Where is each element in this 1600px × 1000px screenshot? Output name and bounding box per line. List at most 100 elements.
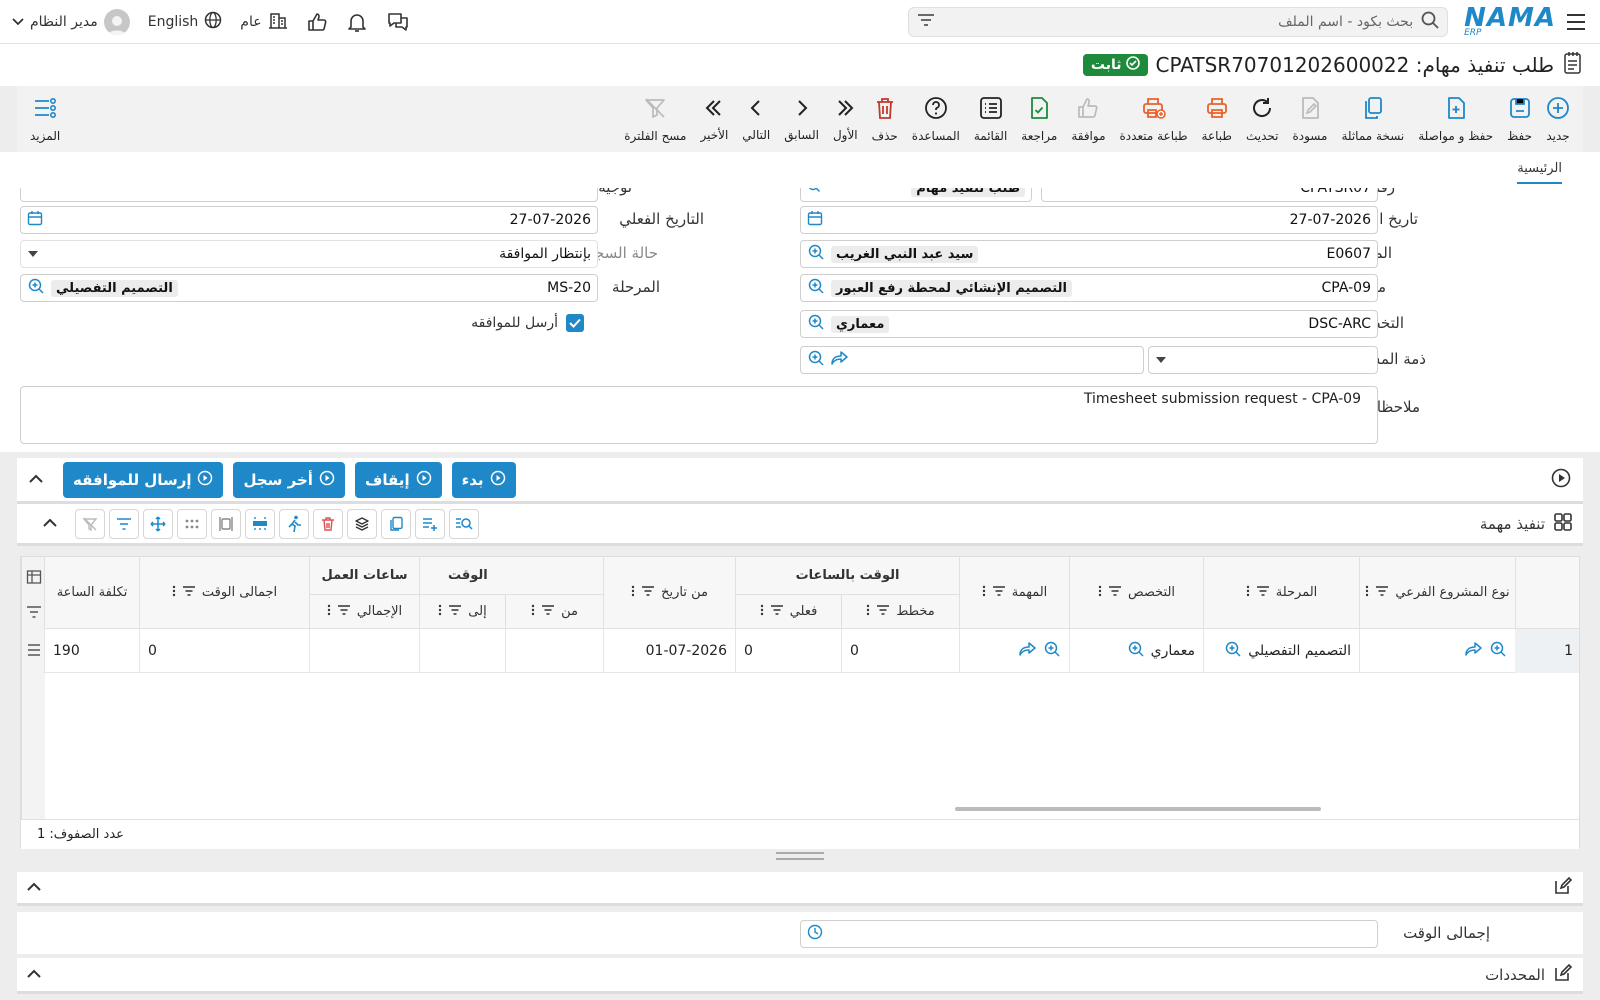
first-record-button[interactable]: الأول	[826, 97, 865, 142]
cell-actual[interactable]: 0	[735, 629, 841, 673]
menu-icon[interactable]	[1564, 10, 1588, 34]
doc-direction-field[interactable]	[20, 188, 598, 202]
cell-hour-cost[interactable]: 190	[44, 629, 139, 673]
search-plus-icon[interactable]	[1043, 640, 1061, 662]
stop-button[interactable]: إيقاف	[354, 461, 442, 498]
user-menu[interactable]: مدير النظام	[12, 8, 130, 35]
search-plus-icon[interactable]	[1224, 640, 1242, 662]
actual-date-field[interactable]: 27-07-2026	[20, 206, 598, 234]
calendar-icon[interactable]	[807, 210, 823, 230]
search-list-icon[interactable]	[449, 508, 479, 539]
header-planned[interactable]: مخطط	[841, 595, 959, 629]
add-row-icon[interactable]	[415, 508, 445, 539]
column-filter-icon[interactable]	[1256, 585, 1270, 601]
filter-icon[interactable]	[26, 605, 42, 623]
tab-main[interactable]: الرئيسية	[1517, 157, 1562, 184]
notes-textarea[interactable]: Timesheet submission request - CPA-09	[20, 386, 1378, 444]
search-plus-icon[interactable]	[1489, 640, 1507, 662]
header-specialty[interactable]: التخصص	[1069, 557, 1203, 629]
search-plus-icon[interactable]	[807, 277, 825, 299]
total-time-field[interactable]	[800, 920, 1378, 948]
cell-specialty[interactable]: معماري	[1069, 629, 1203, 673]
doc-number-field[interactable]: CPATSR07	[1041, 188, 1378, 202]
column-menu-icon[interactable]	[438, 604, 442, 620]
table-row-number[interactable]: 1	[1515, 629, 1579, 673]
column-filter-icon[interactable]	[770, 604, 784, 620]
resize-handle[interactable]	[776, 852, 824, 860]
search-plus-icon[interactable]	[807, 243, 825, 265]
start-button[interactable]: بدء	[451, 461, 516, 498]
review-button[interactable]: مراجعة	[1014, 96, 1064, 143]
cell-stage[interactable]: التصميم التفصيلي	[1203, 629, 1359, 673]
doc-liability-type-select[interactable]	[1148, 346, 1378, 374]
specialty-field[interactable]: DSC-ARC معماري	[800, 310, 1378, 338]
record-status-select[interactable]: بإنتظار الموافقة	[20, 240, 598, 268]
search-plus-icon[interactable]	[1127, 640, 1145, 662]
notifications-bell-icon[interactable]	[346, 11, 368, 33]
refresh-button[interactable]: تحديث	[1239, 96, 1286, 143]
employee-field[interactable]: E0607 سيد عبد النبي الغريب	[800, 240, 1378, 268]
language-selector[interactable]: English	[148, 11, 223, 33]
more-button[interactable]: المزيد	[23, 96, 67, 143]
draft-button[interactable]: مسودة	[1285, 96, 1334, 143]
header-from[interactable]: من	[505, 595, 603, 629]
delete-button[interactable]: حذف	[865, 96, 905, 143]
cell-from-date[interactable]: 01-07-2026	[603, 629, 735, 673]
edit-date-field[interactable]: 27-07-2026	[800, 206, 1378, 234]
column-menu-icon[interactable]	[1246, 585, 1250, 601]
search-filter-icon[interactable]	[917, 13, 935, 31]
app-logo[interactable]: NAMA ERP	[1464, 5, 1556, 38]
previous-record-button[interactable]: السابق	[777, 97, 826, 142]
column-filter-icon[interactable]	[876, 604, 890, 620]
header-task[interactable]: المهمة	[959, 557, 1069, 629]
dots-icon[interactable]	[177, 508, 207, 539]
approve-button[interactable]: موافقة	[1064, 96, 1112, 143]
last-record-action-button[interactable]: أخر سجل	[233, 461, 345, 498]
project-field[interactable]: CPA-09 التصميم الإنشائي لمحطة رفع العبور	[800, 274, 1378, 302]
column-filter-icon[interactable]	[1108, 585, 1122, 601]
send-for-approval-button[interactable]: إرسال للموافقه	[63, 461, 224, 498]
help-button[interactable]: المساعدة	[905, 96, 967, 143]
column-menu-icon[interactable]	[866, 604, 870, 620]
cell-total-time[interactable]: 0	[139, 629, 309, 673]
stage-field[interactable]: MS-20 التصميم التفصيلي	[20, 274, 598, 302]
send-approval-checkbox[interactable]	[566, 314, 584, 332]
column-menu-icon[interactable]	[760, 604, 764, 620]
layers-icon[interactable]	[347, 508, 377, 539]
collapse-chevron-icon[interactable]	[27, 967, 41, 983]
cell-planned[interactable]: 0	[841, 629, 959, 673]
column-menu-icon[interactable]	[982, 585, 986, 601]
header-from-date[interactable]: من تاريخ	[603, 557, 735, 629]
column-filter-icon[interactable]	[337, 604, 351, 620]
column-filter-icon[interactable]	[992, 585, 1006, 601]
column-filter-icon[interactable]	[1375, 585, 1389, 601]
share-icon[interactable]	[1019, 641, 1037, 661]
cell-subproject-type[interactable]	[1359, 629, 1515, 673]
column-filter-icon[interactable]	[448, 604, 462, 620]
search-input[interactable]	[943, 13, 1414, 30]
header-total[interactable]: الإجمالي	[309, 595, 419, 629]
header-stage[interactable]: المرحلة	[1203, 557, 1359, 629]
collapse-chevron-icon[interactable]	[43, 516, 57, 532]
search-plus-icon[interactable]	[27, 277, 45, 299]
move-icon[interactable]	[143, 508, 173, 539]
run-icon[interactable]	[279, 508, 309, 539]
list-button[interactable]: القائمة	[967, 96, 1014, 143]
column-menu-icon[interactable]	[172, 585, 176, 601]
search-plus-icon[interactable]	[807, 349, 825, 371]
doc-liability-field[interactable]	[800, 346, 1144, 374]
table-row-icon[interactable]	[245, 508, 275, 539]
share-icon[interactable]	[831, 350, 849, 370]
column-menu-icon[interactable]	[531, 604, 535, 620]
delete-row-icon[interactable]	[313, 508, 343, 539]
header-total-time[interactable]: اجمالى الوقت	[139, 557, 309, 629]
new-button[interactable]: جديد	[1539, 96, 1577, 143]
cell-from[interactable]	[505, 629, 603, 673]
last-record-button[interactable]: الأخير	[693, 97, 735, 142]
header-actual[interactable]: فعلي	[735, 595, 841, 629]
share-icon[interactable]	[1465, 641, 1483, 661]
horizontal-scrollbar[interactable]	[955, 807, 1321, 811]
column-menu-icon[interactable]	[631, 585, 635, 601]
column-menu-icon[interactable]	[327, 604, 331, 620]
cell-task[interactable]	[959, 629, 1069, 673]
